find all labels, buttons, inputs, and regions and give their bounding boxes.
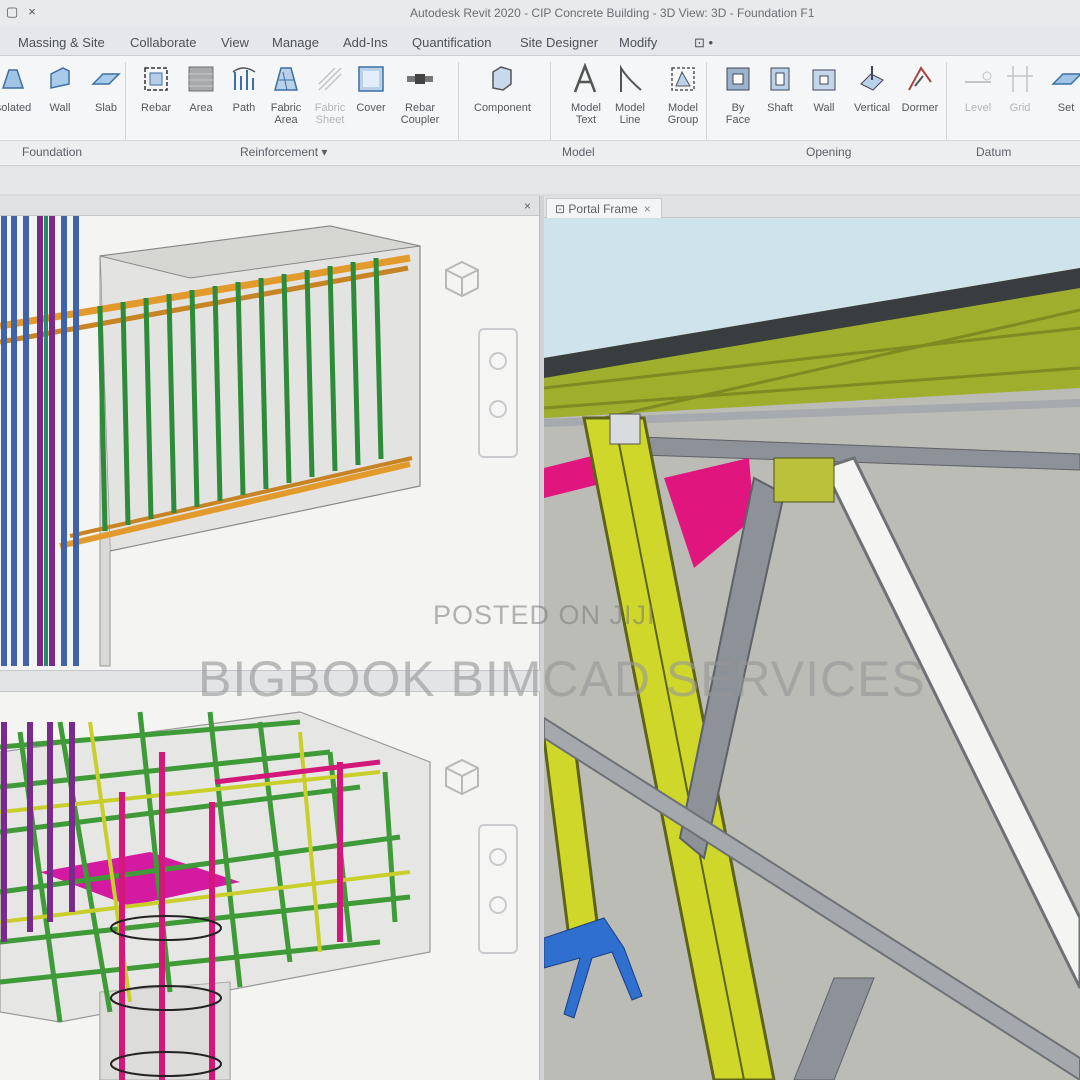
revit-window: ▢ × Autodesk Revit 2020 - CIP Concrete Bu… (0, 0, 1080, 1080)
footing-rebar-model (0, 711, 431, 1080)
cover-icon (358, 66, 384, 92)
tab-add-ins[interactable]: Add-Ins (343, 35, 388, 50)
view-header: ⊡ Portal Frame × (544, 196, 1080, 218)
panel-datum: Datum (976, 145, 1012, 159)
isolated-footing-icon (1, 69, 25, 89)
path-reinforcement-icon (232, 67, 256, 90)
model-group-button[interactable]: Model Group (657, 62, 709, 126)
view-wall-rebar[interactable]: × (0, 196, 540, 670)
ribbon-tabs: Massing & Site Collaborate View Manage A… (0, 26, 1080, 56)
panel-foundation: Foundation (22, 145, 83, 159)
rebar-icon (144, 67, 168, 91)
panel-opening: Opening (806, 145, 852, 159)
component-icon (492, 66, 512, 91)
navigation-bar[interactable] (478, 328, 518, 458)
model-text-icon (573, 62, 597, 93)
component-button[interactable]: Component (474, 62, 531, 114)
model-line-icon (620, 64, 642, 92)
tab-portal-frame[interactable]: ⊡ Portal Frame × (546, 198, 662, 218)
watermark-company: BIGBOOK BIMCAD SERVICES (198, 651, 926, 707)
tab-quantification[interactable]: Quantification (412, 35, 492, 50)
shaft-icon (770, 67, 790, 91)
model-group-icon (671, 67, 695, 91)
steering-wheel-icon[interactable] (489, 848, 507, 866)
quick-access-toolbar: ▢ × (6, 4, 46, 20)
title-bar: ▢ × Autodesk Revit 2020 - CIP Concrete Bu… (0, 0, 1080, 26)
zoom-icon[interactable] (489, 896, 507, 914)
set-workplane-icon (1051, 73, 1080, 85)
isolated-footing-button[interactable]: Isolated (0, 62, 38, 114)
panel-model: Model (562, 145, 595, 159)
fabric-sheet-icon (318, 67, 342, 91)
tab-close-icon[interactable]: × (644, 202, 651, 216)
grid-icon (1007, 66, 1033, 92)
watermark-posted: POSTED ON JIJI (433, 600, 656, 630)
vertical-opening-icon (860, 66, 884, 91)
level-icon (965, 71, 992, 83)
tab-view-icon: ⊡ (555, 202, 569, 216)
model-line-button[interactable]: Model Line (604, 62, 656, 126)
tab-modify[interactable]: Modify (619, 35, 657, 50)
viewcube-icon[interactable] (440, 754, 484, 798)
tab-collaborate[interactable]: Collaborate (130, 35, 197, 50)
tab-manage[interactable]: Manage (272, 35, 319, 50)
panel-reinforcement[interactable]: Reinforcement ▾ (240, 145, 327, 159)
close-icon[interactable]: × (28, 4, 36, 19)
wall-foundation-icon (50, 67, 70, 89)
dormer-icon (908, 66, 932, 91)
opening-by-face-icon (726, 67, 750, 91)
options-bar (0, 166, 1080, 194)
revit-logo-icon[interactable]: ▢ (6, 4, 18, 19)
cover-button[interactable]: Cover (345, 62, 397, 114)
navigation-bar[interactable] (478, 824, 518, 954)
steering-wheel-icon[interactable] (489, 352, 507, 370)
window-title: Autodesk Revit 2020 - CIP Concrete Build… (410, 6, 815, 20)
grid-button[interactable]: Grid (994, 62, 1046, 114)
set-workplane-button[interactable]: Set (1040, 62, 1080, 114)
tab-site-designer[interactable]: Site Designer (520, 35, 598, 50)
dormer-button[interactable]: Dormer (894, 62, 946, 114)
view-portal-frame[interactable]: ⊡ Portal Frame × (544, 196, 1080, 1080)
view-footing-rebar[interactable] (0, 692, 540, 1080)
zoom-icon[interactable] (489, 400, 507, 418)
slab-icon (91, 73, 121, 85)
ribbon-panel-labels: Foundation Reinforcement ▾ Model Opening… (0, 140, 1080, 164)
vertical-opening-button[interactable]: Vertical (846, 62, 898, 114)
fabric-area-icon (274, 67, 298, 91)
tab-overflow[interactable]: ⊡ • (694, 35, 713, 51)
wall-opening-button[interactable]: Wall (798, 62, 850, 114)
rebar-coupler-button[interactable]: Rebar Coupler (394, 62, 446, 126)
wall-foundation-button[interactable]: Wall (34, 62, 86, 114)
portal-frame-model (544, 218, 1080, 1080)
wall-opening-icon (812, 69, 836, 91)
tab-view[interactable]: View (221, 35, 249, 50)
tab-portal-frame-label: Portal Frame (568, 202, 638, 216)
tab-massing-site[interactable]: Massing & Site (18, 35, 105, 50)
area-reinforcement-icon (188, 66, 214, 92)
rebar-coupler-icon (407, 74, 433, 84)
viewcube-icon[interactable] (440, 256, 484, 300)
